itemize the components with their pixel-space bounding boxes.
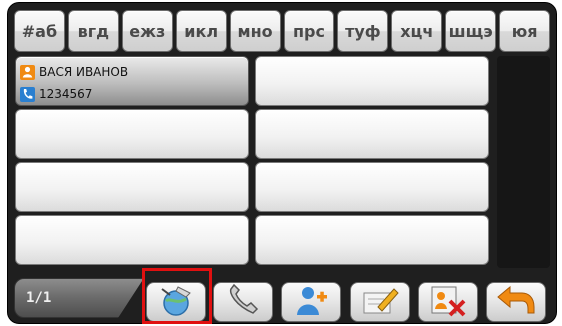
add-contact-button[interactable] bbox=[281, 282, 341, 322]
contact-cell-empty[interactable] bbox=[15, 109, 249, 159]
contact-cell-empty[interactable] bbox=[255, 215, 489, 265]
alpha-button-1[interactable]: #аб bbox=[14, 10, 65, 52]
phone-icon bbox=[20, 86, 35, 102]
back-button[interactable] bbox=[486, 282, 546, 322]
contact-name: ВАСЯ ИВАНОВ bbox=[39, 65, 129, 79]
alpha-button-7[interactable]: туф bbox=[337, 10, 389, 52]
scroll-area bbox=[497, 56, 550, 268]
contact-phone: 1234567 bbox=[39, 87, 93, 101]
edit-contact-button[interactable] bbox=[350, 282, 410, 322]
contact-cell-empty[interactable] bbox=[255, 56, 489, 106]
contact-name-row: ВАСЯ ИВАНОВ bbox=[20, 63, 128, 81]
alpha-button-4[interactable]: икл bbox=[175, 10, 227, 52]
alpha-button-10[interactable]: юя bbox=[499, 10, 551, 52]
call-globe-icon bbox=[156, 283, 196, 321]
add-contact-icon bbox=[291, 283, 331, 321]
alpha-button-8[interactable]: хцч bbox=[391, 10, 443, 52]
call-globe-button[interactable] bbox=[146, 282, 206, 322]
contact-cell-empty[interactable] bbox=[15, 215, 249, 265]
edit-pencil-icon bbox=[360, 283, 400, 321]
contact-cell-empty[interactable] bbox=[255, 162, 489, 212]
phone-button[interactable] bbox=[213, 282, 273, 322]
delete-contact-icon bbox=[428, 283, 468, 321]
contacts-grid: ВАСЯ ИВАНОВ 1234567 bbox=[15, 56, 489, 265]
page-counter: 1/1 bbox=[26, 290, 52, 306]
contact-cell-empty[interactable] bbox=[255, 109, 489, 159]
contact-cell-empty[interactable] bbox=[15, 162, 249, 212]
phone-handset-icon bbox=[223, 283, 263, 321]
contact-cell-selected[interactable]: ВАСЯ ИВАНОВ 1234567 bbox=[15, 56, 249, 106]
alpha-button-2[interactable]: вгд bbox=[67, 10, 119, 52]
back-arrow-icon bbox=[496, 283, 536, 321]
alphabet-filter-bar: #аб вгд ежз икл мно прс туф хцч шщэ юя bbox=[14, 10, 551, 52]
alpha-button-6[interactable]: прс bbox=[283, 10, 335, 52]
person-icon bbox=[20, 64, 35, 80]
delete-contact-button[interactable] bbox=[418, 282, 478, 322]
alpha-button-3[interactable]: ежз bbox=[121, 10, 173, 52]
contact-phone-row: 1234567 bbox=[20, 85, 92, 103]
alpha-button-5[interactable]: мно bbox=[229, 10, 281, 52]
alpha-button-9[interactable]: шщэ bbox=[445, 10, 497, 52]
